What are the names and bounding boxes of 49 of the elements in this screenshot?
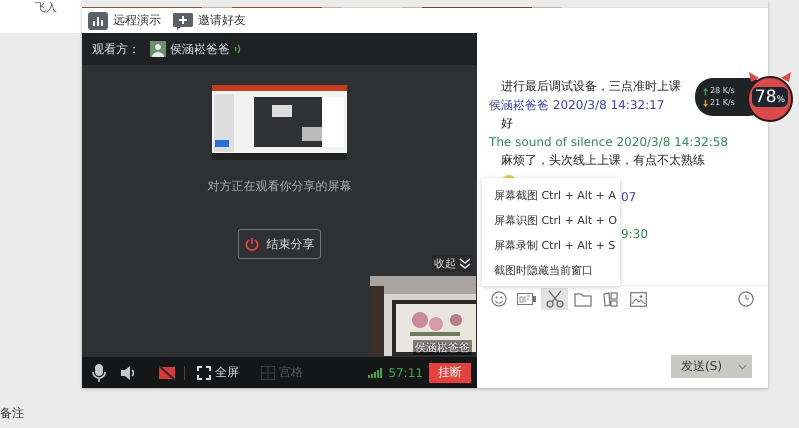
up-arrow-icon bbox=[703, 88, 708, 94]
message-header: 9:30 bbox=[621, 226, 648, 243]
message-header: The sound of silence 2020/3/8 14:32:58 bbox=[489, 134, 728, 150]
down-arrow-icon bbox=[703, 100, 708, 106]
avatar-icon bbox=[150, 41, 166, 57]
invite-friends-button[interactable]: 邀请好友 bbox=[173, 12, 252, 30]
upload-speed: 28 K/s bbox=[710, 85, 735, 97]
apps-icon[interactable] bbox=[602, 290, 619, 308]
video-caption: 侯涵崧爸爸 bbox=[413, 340, 472, 355]
add-chat-icon bbox=[173, 12, 193, 30]
fullscreen-button[interactable]: 全屏 bbox=[197, 364, 239, 381]
menu-item[interactable]: 截图时隐藏当前窗口 bbox=[482, 257, 620, 282]
sound-wave-icon bbox=[234, 43, 242, 55]
remote-presentation-button[interactable]: 远程演示 bbox=[88, 12, 167, 30]
message-text: 好 bbox=[501, 115, 513, 132]
speaker-icon[interactable] bbox=[120, 364, 136, 380]
download-speed: 21 K/s bbox=[710, 97, 735, 109]
image-icon[interactable] bbox=[630, 292, 647, 306]
message-header: 07 bbox=[621, 189, 636, 206]
usage-percent: 78% bbox=[752, 87, 788, 107]
microphone-icon[interactable] bbox=[92, 364, 106, 382]
message-text: 麻烦了，头次线上上课，有点不太熟练 bbox=[501, 152, 705, 169]
call-duration: 57:11 bbox=[388, 366, 423, 380]
scissors-icon[interactable] bbox=[546, 290, 564, 308]
collapse-button[interactable]: 收起 bbox=[432, 255, 473, 272]
side-label: 备注 bbox=[0, 404, 24, 422]
fullscreen-icon bbox=[197, 366, 211, 380]
emoji-icon[interactable] bbox=[490, 291, 506, 307]
grid-icon bbox=[261, 366, 275, 380]
side-label: 飞入 bbox=[35, 0, 57, 16]
share-status: 对方正在观看你分享的屏幕 bbox=[208, 178, 352, 195]
double-chevron-icon bbox=[459, 258, 471, 270]
power-icon bbox=[244, 237, 258, 251]
signal-icon bbox=[368, 368, 384, 378]
menu-item[interactable]: 屏幕录制 Ctrl + Alt + S bbox=[482, 232, 620, 257]
camera-off-icon[interactable] bbox=[158, 364, 176, 380]
send-button[interactable]: 发送(S) bbox=[671, 355, 752, 378]
presentation-icon bbox=[88, 12, 108, 30]
gif-icon[interactable] bbox=[516, 292, 536, 306]
stop-share-button[interactable]: 结束分享 bbox=[238, 229, 321, 259]
clock-icon[interactable] bbox=[738, 291, 754, 307]
menu-item[interactable]: 屏幕截图 Ctrl + Alt + A bbox=[482, 182, 620, 207]
folder-icon[interactable] bbox=[574, 292, 592, 306]
viewer-name: 侯涵崧爸爸 bbox=[170, 40, 230, 58]
viewers-label: 观看方： bbox=[92, 40, 140, 58]
menu-item[interactable]: 屏幕识图 Ctrl + Alt + O bbox=[482, 207, 620, 232]
message-header: 侯涵崧爸爸 2020/3/8 14:32:17 bbox=[489, 96, 664, 114]
message-text: 进行最后调试设备，三点准时上课 bbox=[501, 78, 681, 95]
hang-up-button[interactable]: 挂断 bbox=[429, 362, 471, 382]
